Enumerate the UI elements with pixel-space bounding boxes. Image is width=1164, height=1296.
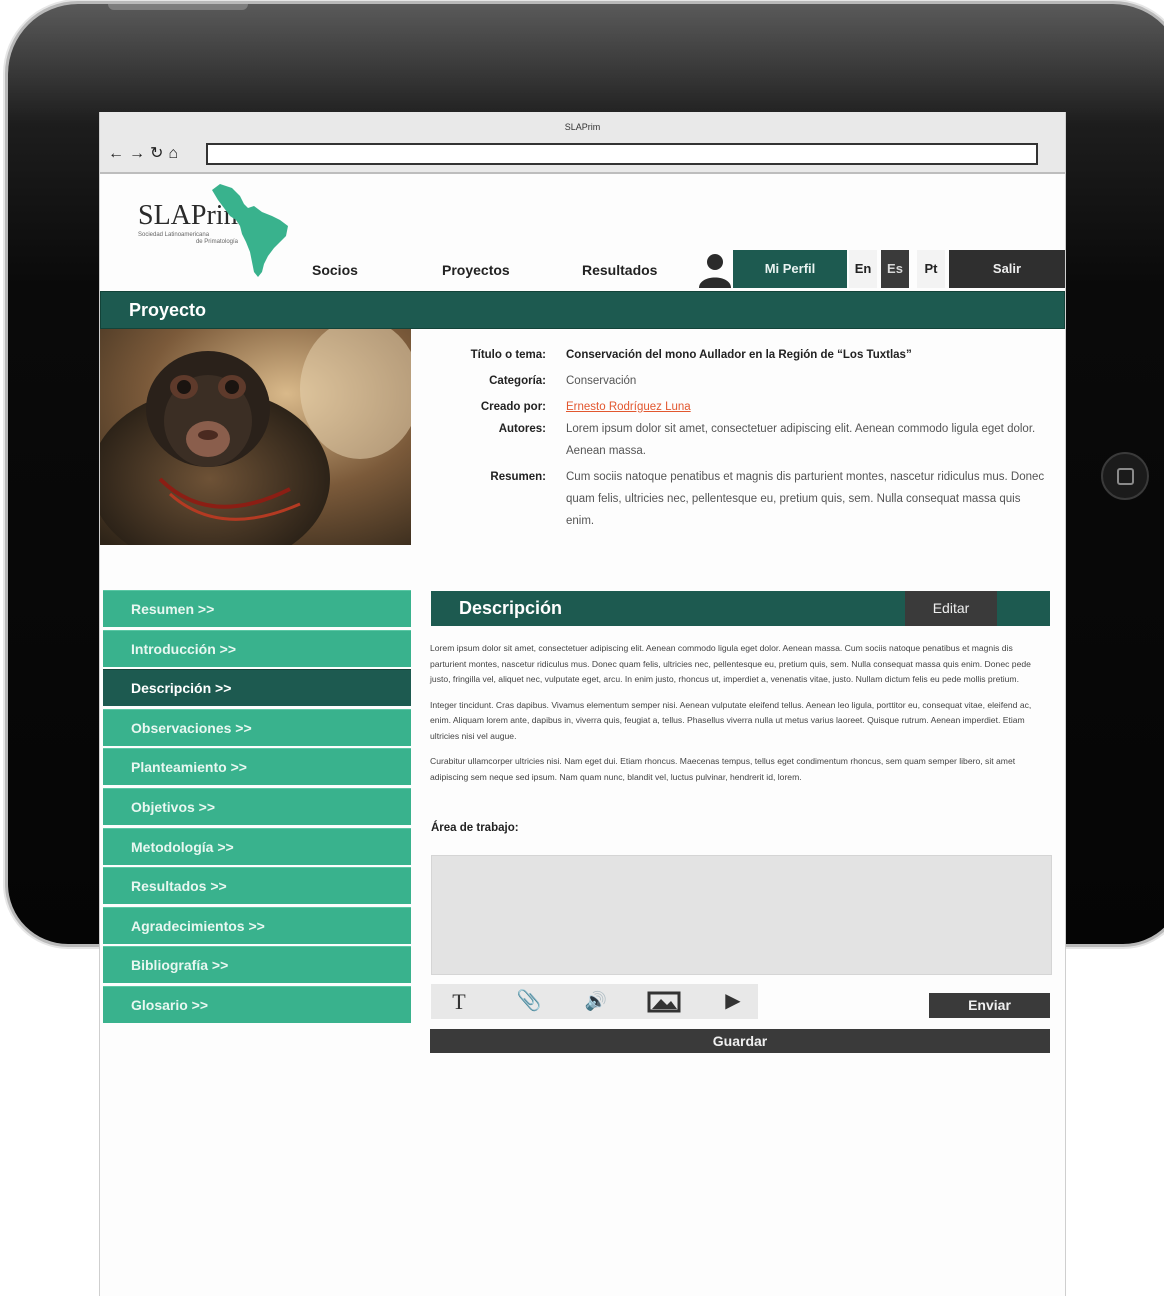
language-en-button[interactable]: En: [849, 250, 877, 288]
sidebar-item-planteamiento[interactable]: Planteamiento >>: [103, 748, 411, 786]
back-arrow-icon[interactable]: ←: [108, 145, 129, 162]
edit-button[interactable]: Editar: [905, 591, 997, 626]
sidebar-item-introduccion[interactable]: Introducción >>: [103, 629, 411, 667]
sidebar-item-agradecimientos[interactable]: Agradecimientos >>: [103, 906, 411, 944]
language-pt-button[interactable]: Pt: [917, 250, 945, 288]
work-area-label: Área de trabajo:: [431, 822, 519, 834]
detail-title-value: Conservación del mono Aullador en la Reg…: [566, 349, 912, 361]
description-title: Descripción: [459, 598, 563, 618]
sidebar-item-resultados[interactable]: Resultados >>: [103, 867, 411, 905]
description-paragraph-1: Lorem ipsum dolor sit amet, consectetuer…: [430, 643, 1031, 684]
browser-nav-buttons: ←→↻⌂: [108, 143, 183, 163]
tablet-top-edge: [108, 4, 248, 10]
detail-category-row: Categoría: Conservación: [410, 370, 1050, 392]
logout-button[interactable]: Salir: [949, 250, 1065, 288]
latin-america-map-icon: [212, 184, 288, 277]
detail-title-row: Título o tema: Conservación del mono Aul…: [410, 344, 1050, 366]
attach-icon[interactable]: 📎: [509, 984, 549, 1019]
description-header: Descripción Editar: [431, 591, 1050, 626]
audio-icon[interactable]: 🔊: [576, 984, 616, 1019]
detail-title-label: Título o tema:: [470, 349, 546, 361]
app-screen: SLAPrim ←→↻⌂ SLAPrim Sociedad Latinoamer…: [99, 112, 1066, 1296]
detail-authors-row: Autores: Lorem ipsum dolor sit amet, con…: [410, 418, 1050, 462]
sidebar-item-bibliografia[interactable]: Bibliografía >>: [103, 946, 411, 984]
detail-summary-value: Cum sociis natoque penatibus et magnis d…: [566, 471, 1045, 527]
tablet-home-button[interactable]: [1101, 452, 1149, 500]
nav-socios[interactable]: Socios: [312, 262, 358, 278]
image-icon[interactable]: [644, 984, 684, 1019]
detail-summary-label: Resumen:: [490, 471, 546, 483]
detail-category-label: Categoría:: [489, 375, 546, 387]
section-header: Proyecto: [100, 291, 1065, 329]
sidebar-item-resumen[interactable]: Resumen >>: [103, 590, 411, 627]
browser-title: SLAPrim: [564, 122, 601, 132]
detail-authors-label: Autores:: [498, 423, 546, 435]
home-icon[interactable]: ⌂: [168, 145, 183, 162]
work-area-textarea[interactable]: [431, 855, 1052, 975]
detail-creator-link[interactable]: Ernesto Rodríguez Luna: [566, 396, 1050, 418]
address-bar[interactable]: [206, 143, 1038, 165]
sidebar-item-descripcion[interactable]: Descripción >>: [103, 669, 411, 707]
project-photo: [100, 329, 411, 545]
section-sidebar: Resumen >> Introducción >> Descripción >…: [103, 590, 411, 1026]
project-details: Título o tema: Conservación del mono Aul…: [410, 344, 1050, 536]
save-button[interactable]: Guardar: [430, 1029, 1050, 1053]
nav-proyectos[interactable]: Proyectos: [442, 262, 510, 278]
user-avatar-icon[interactable]: [697, 250, 733, 288]
text-format-icon[interactable]: T: [439, 984, 479, 1019]
sidebar-item-glosario[interactable]: Glosario >>: [103, 985, 411, 1023]
editor-toolbar: T 📎 🔊 ▶: [431, 984, 758, 1019]
detail-summary-row: Resumen: Cum sociis natoque penatibus et…: [410, 466, 1050, 532]
home-button-icon: [1117, 468, 1134, 485]
browser-toolbar: SLAPrim ←→↻⌂: [100, 112, 1065, 174]
send-button[interactable]: Enviar: [929, 993, 1050, 1018]
reload-icon[interactable]: ↻: [150, 145, 168, 162]
video-play-icon[interactable]: ▶: [713, 984, 753, 1019]
detail-category-value: Conservación: [566, 375, 637, 387]
description-paragraph-3: Curabitur ullamcorper ultricies nisi. Na…: [430, 756, 1016, 782]
profile-button[interactable]: Mi Perfil: [733, 250, 847, 288]
detail-authors-value: Lorem ipsum dolor sit amet, consectetuer…: [566, 423, 1036, 457]
description-body: Lorem ipsum dolor sit amet, consectetuer…: [430, 641, 1050, 795]
detail-creator-row: Creado por: Ernesto Rodríguez Luna: [410, 396, 1050, 418]
nav-resultados[interactable]: Resultados: [582, 262, 657, 278]
forward-arrow-icon[interactable]: →: [129, 145, 150, 162]
sidebar-item-objetivos[interactable]: Objetivos >>: [103, 787, 411, 825]
description-paragraph-2: Integer tincidunt. Cras dapibus. Vivamus…: [430, 699, 1032, 741]
sidebar-item-observaciones[interactable]: Observaciones >>: [103, 708, 411, 746]
detail-creator-label: Creado por:: [480, 401, 546, 413]
section-title: Proyecto: [129, 300, 207, 320]
language-es-button[interactable]: Es: [881, 250, 909, 288]
sidebar-item-metodologia[interactable]: Metodología >>: [103, 827, 411, 865]
